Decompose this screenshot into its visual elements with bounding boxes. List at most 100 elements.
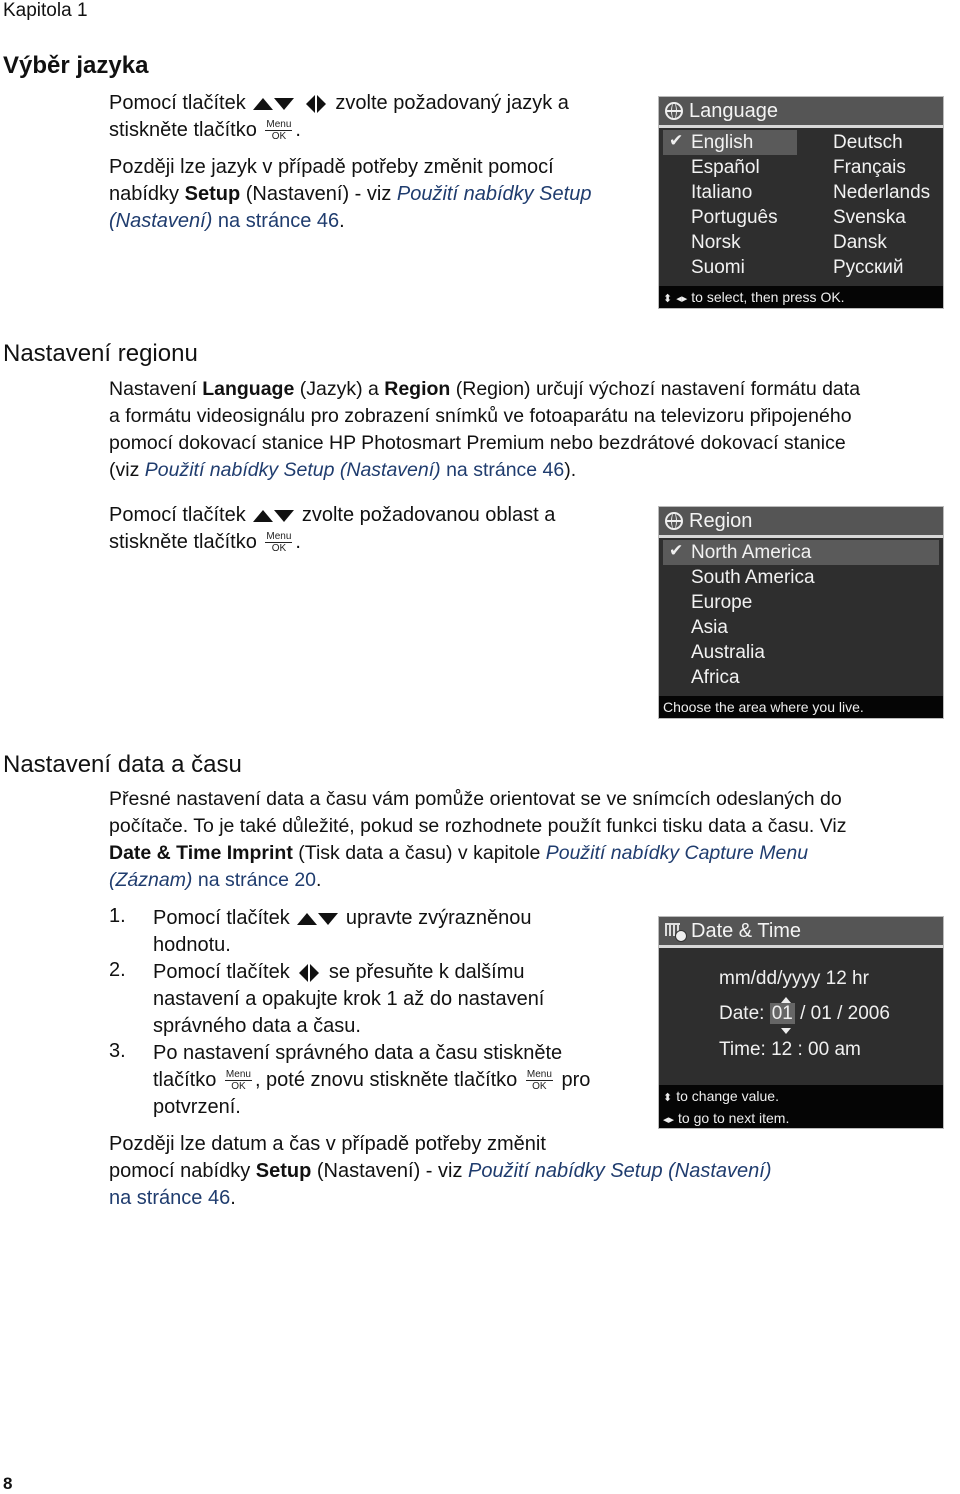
datetime-note: Později lze datum a čas v případě potřeb… (109, 1131, 772, 1212)
capture-menu-link[interactable]: Použití nabídky Capture Menu (546, 842, 808, 864)
region-description: Nastavení Language (Jazyk) a Region (Reg… (109, 376, 860, 484)
text: (Tisk data a času) v kapitole (292, 842, 546, 864)
checkmark-icon: ✔ (669, 541, 684, 560)
menu-ok-button-icon: Menu OK (265, 119, 293, 143)
text: pomocí dokovací stanice HP Photosmart Pr… (109, 432, 846, 454)
checkmark-icon: ✔ (669, 131, 684, 150)
text: Pomocí tlačítek (109, 92, 246, 114)
text: Pomocí tlačítek (109, 504, 246, 526)
step-number: 2. (109, 959, 126, 981)
region-screen: Region ✔ North America South America Eur… (658, 506, 944, 719)
setup-bold: Setup (255, 1160, 312, 1182)
region-bold: Region (384, 378, 451, 400)
setup-menu-link[interactable]: Použití nabídky Setup (Nastavení) (145, 459, 441, 481)
language-option[interactable]: Français (833, 155, 906, 180)
screen-title: Region (689, 509, 753, 532)
page-link[interactable]: na stránce 46 (441, 459, 564, 481)
language-option[interactable]: Português (691, 205, 778, 230)
language-option[interactable]: Deutsch (833, 130, 903, 155)
left-right-icon: ◂▸ (676, 293, 688, 305)
datetime-screen: Date & Time mm/dd/yyyy 12 hr Date: 01 / … (658, 916, 944, 1129)
date-day-year[interactable]: / 01 / 2006 (800, 1003, 890, 1024)
page-link[interactable]: na stránce 46 (109, 1187, 230, 1209)
section-title-region: Nastavení regionu (3, 340, 198, 367)
text: (Jazyk) a (294, 378, 385, 400)
language-note: Později lze jazyk v případě potřeby změn… (109, 154, 591, 235)
setup-menu-link[interactable]: Použití nabídky Setup (397, 183, 592, 205)
date-format: mm/dd/yyyy 12 hr (719, 968, 869, 989)
setup-bold: Setup (184, 183, 241, 205)
page-link[interactable]: na stránce 20 (192, 869, 316, 891)
text: stiskněte tlačítko (109, 531, 257, 553)
page-link[interactable]: na stránce 46 (212, 210, 339, 232)
capture-menu-link[interactable]: (Záznam) (109, 869, 192, 891)
globe-icon (665, 102, 683, 120)
language-option[interactable]: Italiano (691, 180, 752, 205)
globe-icon (665, 512, 683, 530)
left-right-arrows-icon (305, 94, 326, 113)
text: . (295, 531, 301, 553)
language-option[interactable]: Suomi (691, 255, 745, 280)
text: Později lze datum a čas v případě potřeb… (109, 1133, 546, 1155)
down-arrow-icon (781, 1028, 791, 1034)
text: hodnotu. (153, 934, 231, 956)
language-option[interactable]: Norsk (691, 230, 741, 255)
footer-text: to change value. (676, 1088, 779, 1104)
language-option[interactable]: English (691, 130, 753, 155)
text: . (230, 1187, 236, 1209)
region-option[interactable]: South America (691, 565, 815, 590)
text: (Region) určují výchozí nastavení formát… (450, 378, 861, 400)
language-option[interactable]: Русский (833, 255, 904, 280)
step-1: Pomocí tlačítek upravte zvýrazněnou hodn… (153, 905, 532, 959)
region-option[interactable]: Africa (691, 665, 740, 690)
month-field-selected[interactable]: 01 (769, 1003, 795, 1024)
menu-ok-button-icon: Menu OK (224, 1069, 252, 1093)
text: (viz (109, 459, 145, 481)
screen-footer: Choose the area where you live. (659, 696, 943, 718)
text: stiskněte tlačítko (109, 119, 257, 141)
calendar-clock-icon (665, 923, 687, 942)
language-option[interactable]: Español (691, 155, 760, 180)
text: . (339, 210, 345, 232)
text: potvrzení. (153, 1096, 241, 1118)
up-down-arrows-icon (297, 912, 339, 925)
text: pomocí nabídky (109, 1160, 256, 1182)
left-right-icon: ◂▸ (663, 1114, 675, 1126)
time-value[interactable]: 12 : 00 am (771, 1039, 861, 1060)
imprint-bold: Date & Time Imprint (109, 842, 293, 864)
text: pro (561, 1069, 591, 1091)
date-row: Date: 01 / 01 / 2006 (719, 1003, 890, 1025)
language-option[interactable]: Nederlands (833, 180, 930, 205)
text: správného data a času. (153, 1015, 361, 1037)
left-right-arrows-icon (299, 963, 320, 982)
page-number: 8 (3, 1474, 13, 1493)
text: tlačítko (153, 1069, 217, 1091)
language-option[interactable]: Svenska (833, 205, 906, 230)
language-bold: Language (202, 378, 295, 400)
screen-title-bar: Language (659, 97, 943, 128)
text: počítače. To je také důležité, pokud se … (109, 815, 847, 837)
region-option[interactable]: North America (691, 540, 811, 565)
chapter-header: Kapitola 1 (3, 0, 88, 21)
text: Pomocí tlačítek (153, 961, 290, 983)
up-down-icon: ⬍ (663, 293, 673, 305)
text: Přesné nastavení data a času vám pomůže … (109, 788, 842, 810)
region-option[interactable]: Asia (691, 615, 728, 640)
text: (Nastavení) - viz (311, 1160, 469, 1182)
footer-text: Choose the area where you live. (663, 699, 864, 715)
screen-footer: ⬍ to change value. ◂▸ to go to next item. (659, 1085, 943, 1128)
region-option[interactable]: Australia (691, 640, 765, 665)
step-3: Po nastavení správného data a času stisk… (153, 1040, 590, 1121)
region-instruction: Pomocí tlačítek zvolte požadovanou oblas… (109, 502, 555, 556)
footer-text: to go to next item. (678, 1110, 790, 1126)
up-down-arrows-icon (253, 509, 295, 522)
time-label: Time: (719, 1039, 766, 1060)
footer-text: to select, then press OK. (691, 289, 845, 305)
region-option[interactable]: Europe (691, 590, 752, 615)
text: upravte zvýrazněnou (345, 907, 532, 929)
setup-menu-link[interactable]: Použití nabídky Setup (Nastavení) (468, 1160, 772, 1182)
setup-menu-link[interactable]: (Nastavení) (109, 210, 212, 232)
text: Po nastavení správného data a času stisk… (153, 1042, 563, 1064)
screen-title-bar: Region (659, 507, 943, 538)
language-option[interactable]: Dansk (833, 230, 887, 255)
